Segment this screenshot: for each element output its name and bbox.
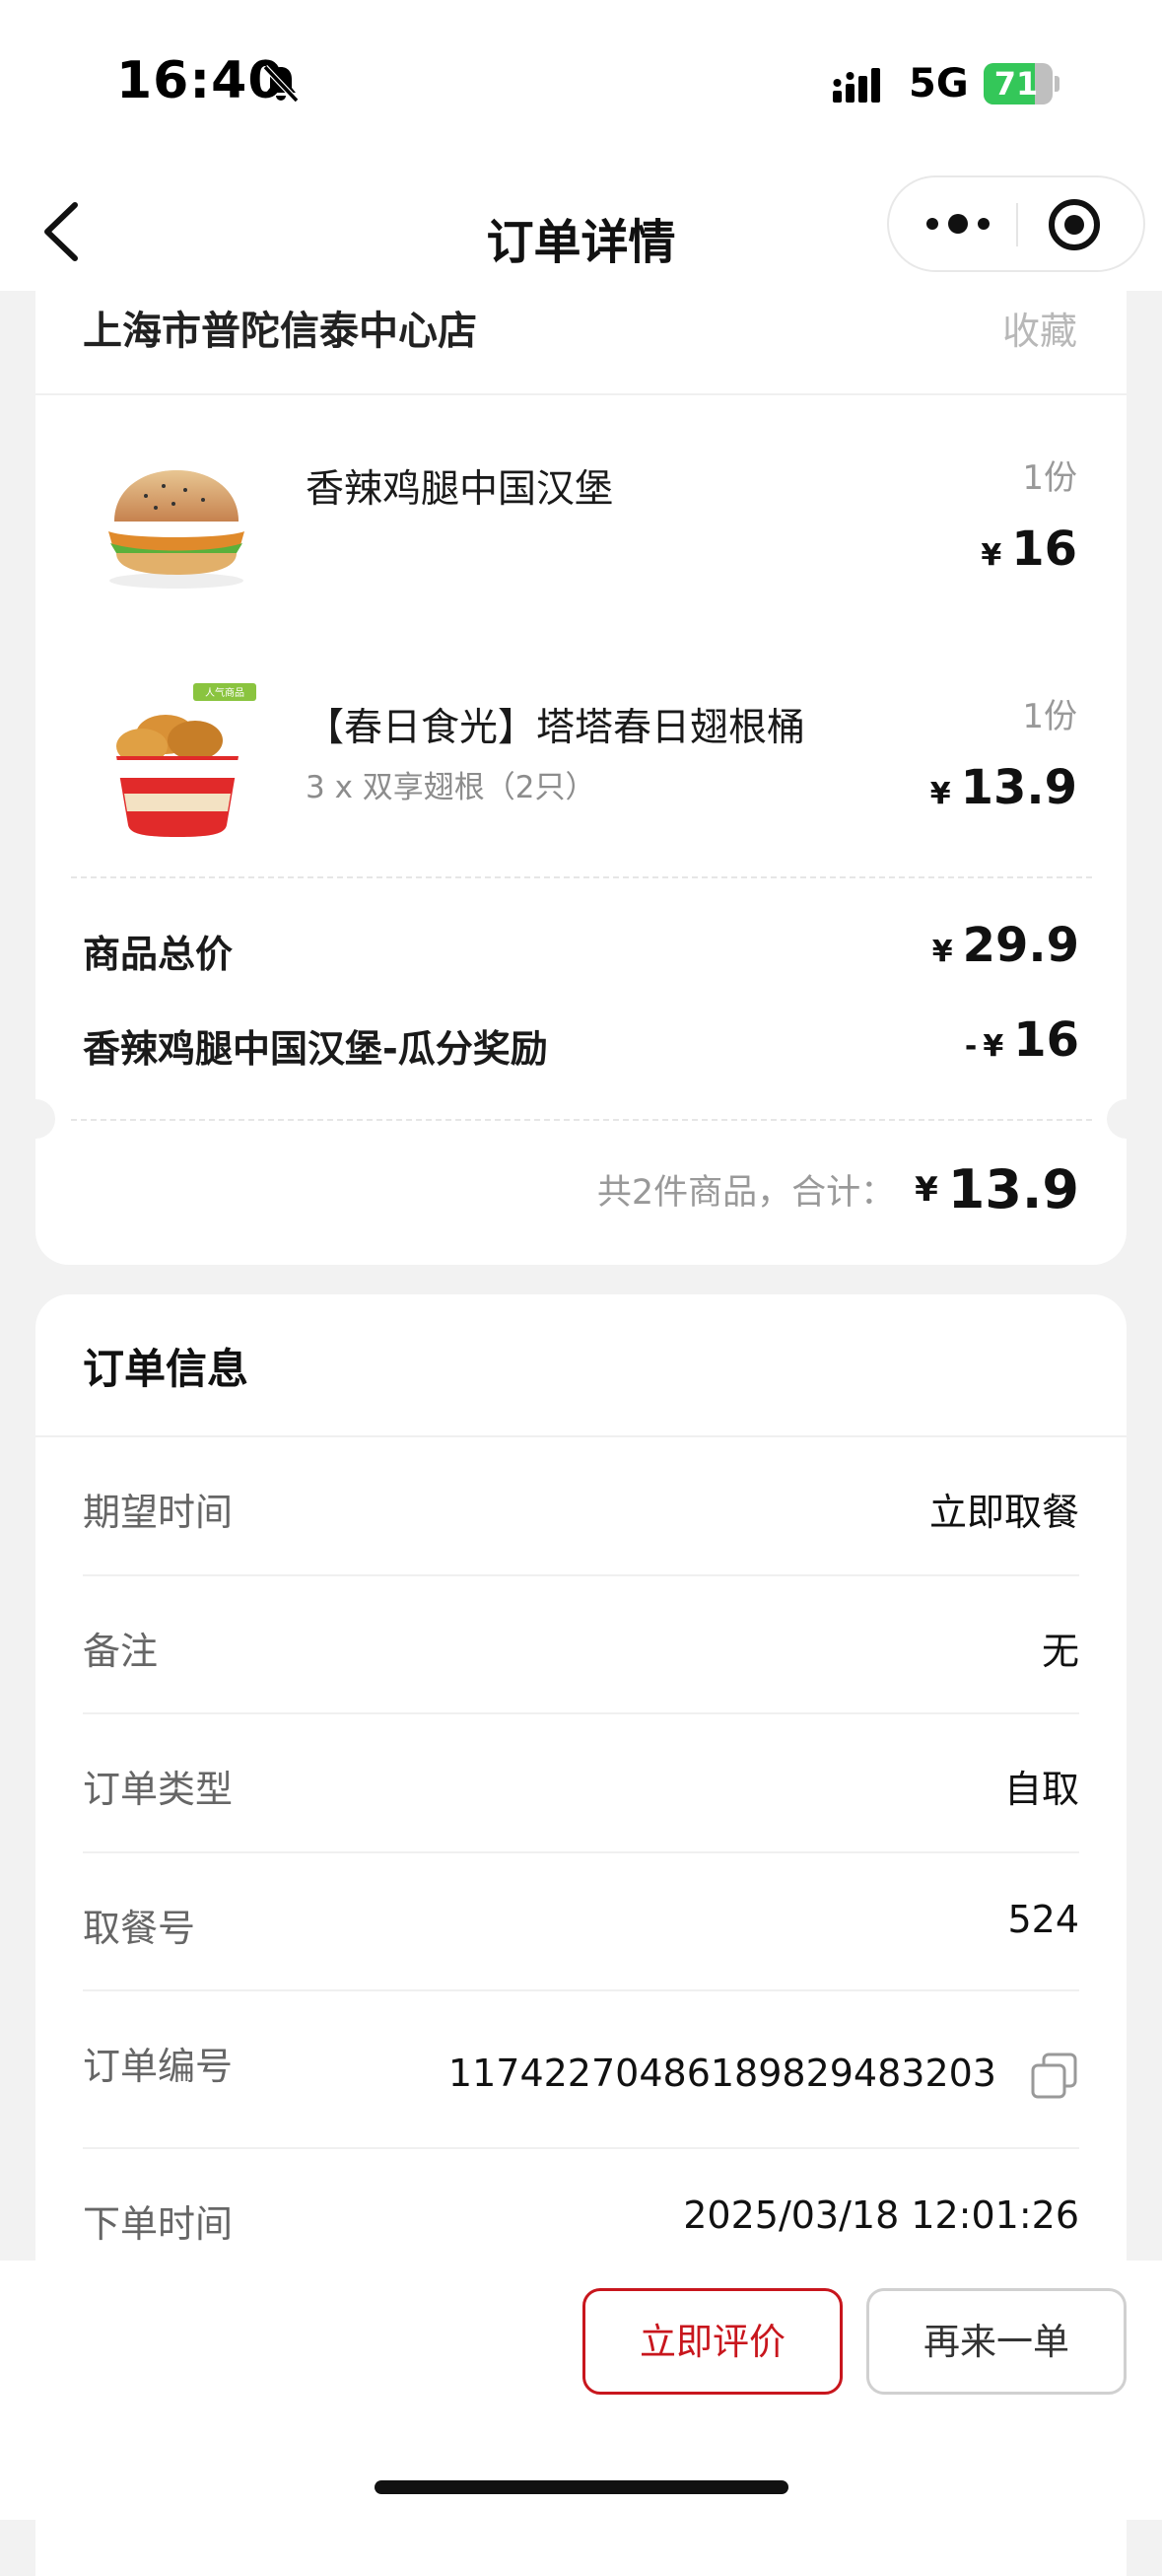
bell-off-icon: [262, 64, 300, 104]
review-button[interactable]: 立即评价: [582, 2288, 843, 2395]
divider: [83, 1574, 1079, 1576]
subtotal-label: 商品总价: [83, 933, 234, 976]
chicken-bucket-image: 人气商品: [116, 683, 256, 837]
network-type: 5G: [909, 61, 969, 106]
divider: [83, 1989, 1079, 1991]
dashed-divider: [71, 1119, 1092, 1121]
nav-bar: 订单详情: [0, 168, 1162, 291]
order-item: 香辣鸡腿中国汉堡 1份 ¥16: [35, 445, 1127, 632]
battery-level: 71: [993, 65, 1039, 103]
order-item: 人气商品 【春日食光】塔塔春日翅根桶 3 x 双享翅根（2只） 1份 ¥13.9: [35, 683, 1127, 870]
target-icon[interactable]: [1047, 197, 1102, 252]
favorite-button[interactable]: 收藏: [1002, 301, 1077, 355]
store-name: 上海市普陀信泰中心店: [83, 309, 477, 354]
discount-value: - ¥16: [964, 1012, 1079, 1068]
subtotal-row: 商品总价 ¥29.9: [83, 918, 1079, 983]
battery-icon: 71: [984, 63, 1059, 106]
item-price: ¥13.9: [929, 760, 1077, 815]
mini-program-capsule: [887, 175, 1145, 272]
reorder-button[interactable]: 再来一单: [866, 2288, 1127, 2395]
copy-icon[interactable]: [1030, 2052, 1079, 2101]
divider: [83, 1712, 1079, 1714]
burger-image: [108, 470, 244, 589]
divider: [35, 393, 1127, 395]
item-option: 3 x 双享翅根（2只）: [306, 770, 596, 805]
popular-badge: 人气商品: [205, 686, 244, 699]
item-name: 香辣鸡腿中国汉堡: [306, 467, 614, 512]
order-items-card: 上海市普陀信泰中心店 收藏 香辣鸡腿中国汉堡 1份 ¥16 人气商品 【春日食光…: [16, 291, 1146, 1265]
discount-label: 香辣鸡腿中国汉堡-瓜分奖励: [83, 1027, 548, 1071]
item-quantity: 1份: [1022, 697, 1077, 736]
ticket-notch: [16, 1099, 55, 1139]
info-row-order-number: 订单编号 1174227048618982948​3203: [83, 2036, 1079, 2115]
total-currency: ¥: [915, 1169, 938, 1210]
order-number: 1174227048618982948​3203: [447, 2052, 996, 2095]
home-indicator: [375, 2480, 788, 2494]
dashed-divider: [71, 876, 1092, 878]
order-info-title: 订单信息: [83, 1345, 249, 1393]
ticket-notch: [1107, 1099, 1146, 1139]
total-label: 共2件商品，合计：: [596, 1173, 896, 1213]
item-price: ¥16: [981, 522, 1077, 577]
divider: [35, 1435, 1127, 1437]
signal-icon: [833, 68, 880, 103]
item-name: 【春日食光】塔塔春日翅根桶: [306, 706, 806, 750]
divider: [83, 2147, 1079, 2149]
capsule-divider: [1016, 203, 1018, 246]
order-total: 共2件商品，合计： ¥13.9: [597, 1158, 1079, 1220]
discount-row: 香辣鸡腿中国汉堡-瓜分奖励 - ¥16: [83, 1012, 1079, 1078]
item-quantity: 1份: [1022, 458, 1077, 498]
status-bar: 16:40 5G 71: [0, 0, 1162, 168]
total-value: 13.9: [947, 1158, 1079, 1220]
subtotal-value: ¥29.9: [931, 918, 1079, 973]
more-icon[interactable]: [919, 199, 997, 248]
divider: [83, 1851, 1079, 1853]
